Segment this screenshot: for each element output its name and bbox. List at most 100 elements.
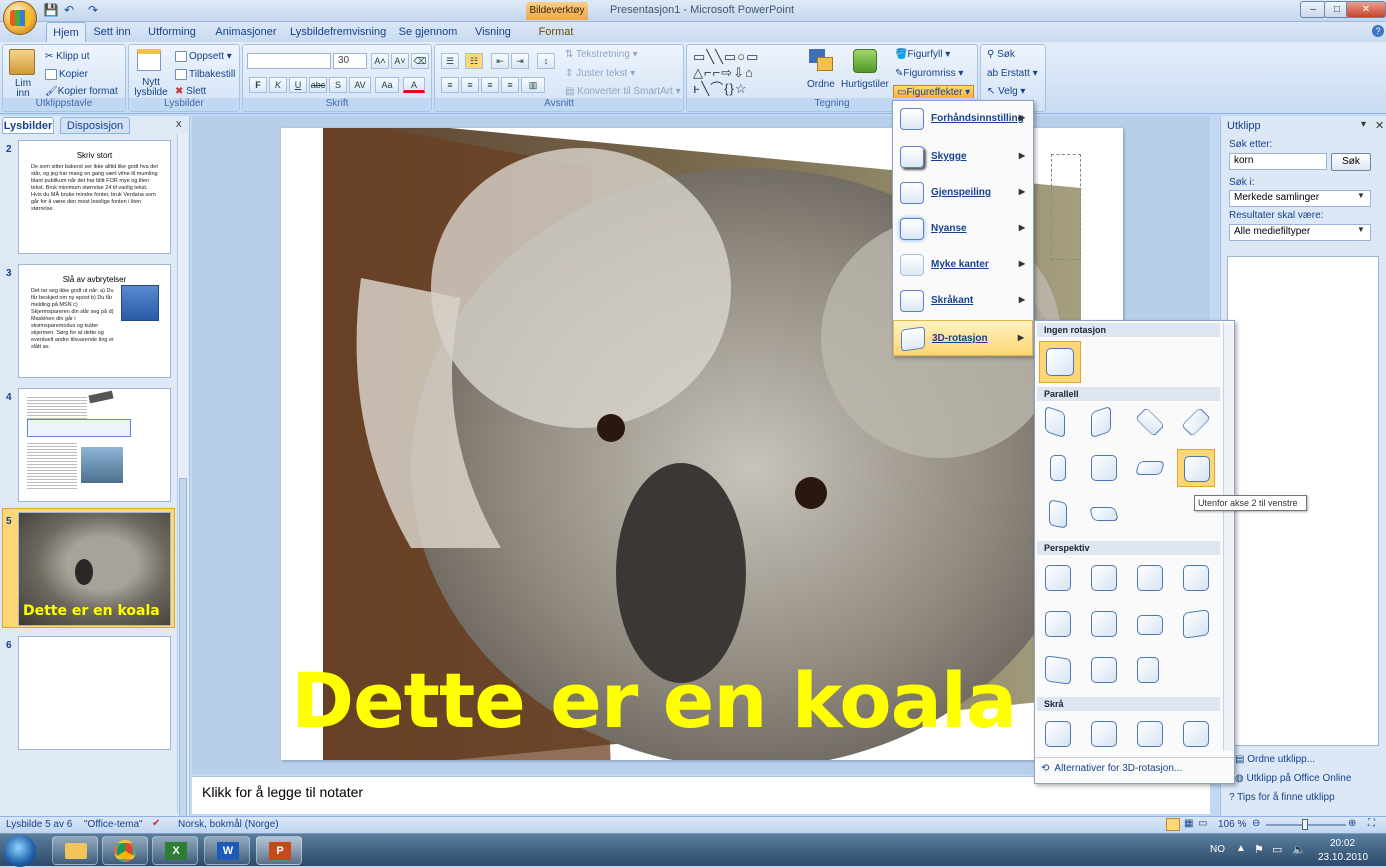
cut-button[interactable]: ✂ Klipp ut xyxy=(45,51,90,62)
new-slide-button[interactable]: Nytt lysbilde xyxy=(131,78,171,98)
language-indicator[interactable]: Norsk, bokmål (Norge) xyxy=(178,819,279,830)
parallel-option[interactable] xyxy=(1087,405,1121,439)
search-button[interactable]: Søk xyxy=(1331,153,1371,171)
zoom-out-icon[interactable]: ⊖ xyxy=(1252,818,1260,829)
increase-indent-icon[interactable]: ⇥ xyxy=(511,53,529,69)
tab-se-gjennom[interactable]: Se gjennom xyxy=(398,22,458,42)
zoom-slider-thumb[interactable] xyxy=(1302,819,1308,830)
parallel-option[interactable] xyxy=(1179,405,1213,439)
tab-disposisjon[interactable]: Disposisjon xyxy=(60,117,130,134)
spellcheck-icon[interactable]: ✔ xyxy=(152,818,160,829)
rotation-options-link[interactable]: ⟲ Alternativer for 3D-rotasjon... xyxy=(1041,763,1182,774)
tab-lysbildefremvisning[interactable]: Lysbildefremvisning xyxy=(290,22,386,42)
organize-clips-link[interactable]: ▤ Ordne utklipp... xyxy=(1235,754,1315,765)
help-icon[interactable]: ? xyxy=(1372,25,1384,37)
close-button[interactable]: ✕ xyxy=(1346,1,1386,18)
perspective-option[interactable] xyxy=(1087,653,1121,687)
perspective-option[interactable] xyxy=(1133,653,1167,687)
dropdown-arrow-icon[interactable]: ▼ xyxy=(1357,225,1365,234)
gallery-scrollbar[interactable] xyxy=(1223,323,1233,751)
tips-link[interactable]: ? Tips for å finne utklipp xyxy=(1229,792,1335,803)
shadow-button[interactable]: S xyxy=(329,77,347,93)
perspective-option[interactable] xyxy=(1087,561,1121,595)
align-text-button[interactable]: ⇕ Juster tekst ▾ xyxy=(565,68,635,79)
font-color-icon[interactable]: A xyxy=(403,77,425,93)
parallel-option[interactable] xyxy=(1087,451,1121,485)
save-icon[interactable]: 💾 xyxy=(42,3,60,19)
zoom-in-icon[interactable]: ⊕ xyxy=(1348,818,1356,829)
tab-lysbilder[interactable]: Lysbilder xyxy=(2,117,54,134)
close-pane-icon[interactable]: x xyxy=(176,118,182,130)
fit-window-icon[interactable]: ⛶ xyxy=(1368,818,1375,829)
slide-thumbnail-4[interactable] xyxy=(18,388,171,502)
slide-caption[interactable]: Dette er en koala xyxy=(291,656,1017,745)
slide-thumbnail-5[interactable]: Dette er en koala xyxy=(18,512,171,626)
network-icon[interactable]: ▭ xyxy=(1272,843,1282,856)
align-right-icon[interactable]: ≡ xyxy=(481,77,499,93)
powerpoint-taskbar-icon[interactable]: P xyxy=(256,836,302,865)
slide-thumbnail-6[interactable] xyxy=(18,636,171,750)
start-button[interactable] xyxy=(4,835,36,867)
arrange-button[interactable]: Ordne xyxy=(807,79,835,90)
menu-item-glow[interactable]: Nyanse ▶ xyxy=(893,211,1033,247)
perspective-option[interactable] xyxy=(1133,561,1167,595)
align-center-icon[interactable]: ≡ xyxy=(461,77,479,93)
reset-button[interactable]: Tilbakestill xyxy=(175,69,235,80)
search-input[interactable]: korn xyxy=(1229,153,1327,170)
parallel-option[interactable] xyxy=(1041,405,1075,439)
grow-font-icon[interactable]: A˄ xyxy=(371,53,389,69)
perspective-option[interactable] xyxy=(1087,607,1121,641)
quick-styles-icon[interactable] xyxy=(853,49,877,73)
chrome-taskbar-icon[interactable] xyxy=(102,836,148,865)
tab-format[interactable]: Format xyxy=(534,22,578,42)
menu-item-soft-edges[interactable]: Myke kanter ▶ xyxy=(893,247,1033,283)
quick-styles-button[interactable]: Hurtigstiler xyxy=(841,79,889,90)
redo-icon[interactable]: ↷ xyxy=(84,3,102,19)
paste-icon[interactable] xyxy=(9,49,35,75)
parallel-option[interactable] xyxy=(1133,451,1167,485)
perspective-option[interactable] xyxy=(1179,561,1213,595)
shape-fill-button[interactable]: 🪣Figurfyll ▾ xyxy=(895,49,950,60)
text-direction-button[interactable]: ⇅ Tekstretning ▾ xyxy=(565,49,638,60)
tab-utforming[interactable]: Utforming xyxy=(146,22,198,42)
underline-button[interactable]: U xyxy=(289,77,307,93)
justify-icon[interactable]: ≡ xyxy=(501,77,519,93)
arrange-icon[interactable] xyxy=(809,49,835,75)
parallel-option[interactable] xyxy=(1087,497,1121,531)
word-taskbar-icon[interactable]: W xyxy=(204,836,250,865)
scroll-thumb[interactable] xyxy=(179,478,187,818)
slides-scrollbar[interactable] xyxy=(177,134,188,818)
shrink-font-icon[interactable]: A˅ xyxy=(391,53,409,69)
tab-sett-inn[interactable]: Sett inn xyxy=(90,22,134,42)
strike-button[interactable]: abc xyxy=(309,77,327,93)
parallel-option[interactable] xyxy=(1041,497,1075,531)
zoom-level[interactable]: 106 % xyxy=(1218,819,1246,830)
parallel-option[interactable] xyxy=(1041,451,1075,485)
clock-time[interactable]: 20:02 xyxy=(1330,838,1355,849)
shape-outline-button[interactable]: ✎Figuromriss ▾ xyxy=(895,68,963,79)
paste-button[interactable]: Lim inn xyxy=(9,79,37,99)
tab-visning[interactable]: Visning xyxy=(470,22,516,42)
bullets-icon[interactable]: ☰ xyxy=(441,53,459,69)
perspective-option[interactable] xyxy=(1133,607,1167,641)
office-button[interactable] xyxy=(3,1,37,35)
perspective-option[interactable] xyxy=(1041,561,1075,595)
menu-item-3d-rotation[interactable]: 3D-rotasjon ▶ xyxy=(893,320,1033,356)
results-select[interactable]: Alle mediefiltyper xyxy=(1229,224,1371,241)
case-button[interactable]: Aa xyxy=(375,77,399,93)
off-axis-2-left-option[interactable] xyxy=(1177,449,1215,487)
layout-button[interactable]: Oppsett ▾ xyxy=(175,51,232,62)
align-left-icon[interactable]: ≡ xyxy=(441,77,459,93)
slideshow-icon[interactable]: ▭ xyxy=(1198,818,1207,829)
search-in-select[interactable]: Merkede samlinger xyxy=(1229,190,1371,207)
find-button[interactable]: ⚲ Søk xyxy=(987,49,1015,60)
dropdown-arrow-icon[interactable]: ▼ xyxy=(1357,191,1365,200)
decrease-indent-icon[interactable]: ⇤ xyxy=(491,53,509,69)
language-indicator[interactable]: NO xyxy=(1210,844,1225,855)
volume-icon[interactable]: 🔈 xyxy=(1292,843,1306,856)
clear-format-icon[interactable]: ⌫ xyxy=(411,53,429,69)
tab-hjem[interactable]: Hjem xyxy=(46,22,86,42)
menu-item-shadow[interactable]: Skygge ▶ xyxy=(893,139,1033,175)
oblique-option[interactable] xyxy=(1179,717,1213,751)
flag-icon[interactable]: ⚑ xyxy=(1254,843,1264,856)
